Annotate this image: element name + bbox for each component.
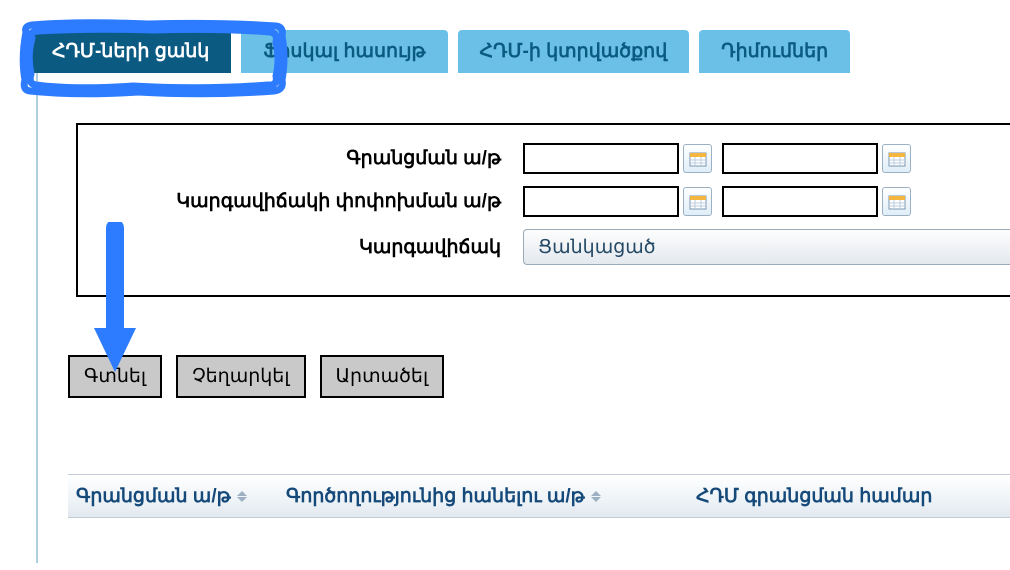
- column-registration-date[interactable]: Գրանցման ա/թ: [68, 485, 278, 508]
- status-select[interactable]: Ցանկացած: [523, 229, 1010, 265]
- calendar-icon[interactable]: [882, 187, 911, 216]
- column-hdm-number[interactable]: ՀԴՄ գրանցման համար: [688, 485, 1010, 508]
- tab-bar: ՀԴՄ-ների ցանկ Ֆիսկալ հասույթ ՀԴՄ-ի կտրվա…: [0, 0, 1010, 73]
- filter-box: Գրանցման ա/թ Կարգավիճակի փոփոխման ա/թ: [76, 123, 1010, 297]
- column-label: Գործողությունից հանելու ա/թ: [286, 485, 585, 508]
- registration-date-from[interactable]: [523, 143, 679, 174]
- status-change-date-from[interactable]: [523, 186, 679, 217]
- label-status-change-date: Կարգավիճակի փոփոխման ա/թ: [78, 190, 523, 213]
- action-buttons: Գտնել Չեղարկել Արտածել: [68, 355, 1010, 398]
- row-registration-date: Գրանցման ա/թ: [78, 143, 1010, 174]
- column-removal-date[interactable]: Գործողությունից հանելու ա/թ: [278, 485, 688, 508]
- tab-fiscal-revenue[interactable]: Ֆիսկալ հասույթ: [241, 30, 447, 73]
- calendar-icon[interactable]: [683, 144, 712, 173]
- cancel-button[interactable]: Չեղարկել: [176, 355, 305, 398]
- tab-hdm-slice[interactable]: ՀԴՄ-ի կտրվածքով: [458, 30, 690, 73]
- column-label: Գրանցման ա/թ: [76, 485, 231, 508]
- sort-icon: [237, 491, 247, 502]
- sort-icon: [591, 491, 601, 502]
- tab-hdm-list[interactable]: ՀԴՄ-ների ցանկ: [30, 30, 231, 73]
- row-status: Կարգավիճակ Ցանկացած: [78, 229, 1010, 265]
- find-button[interactable]: Գտնել: [68, 355, 162, 398]
- status-change-date-to[interactable]: [722, 186, 878, 217]
- column-label: ՀԴՄ գրանցման համար: [696, 485, 932, 508]
- calendar-icon[interactable]: [882, 144, 911, 173]
- registration-date-to[interactable]: [722, 143, 878, 174]
- content-panel: Գրանցման ա/թ Կարգավիճակի փոփոխման ա/թ: [36, 73, 1010, 563]
- calendar-icon[interactable]: [683, 187, 712, 216]
- label-status: Կարգավիճակ: [78, 236, 523, 259]
- results-table-header: Գրանցման ա/թ Գործողությունից հանելու ա/թ…: [68, 474, 1010, 518]
- tab-applications[interactable]: Դիմումներ: [699, 30, 850, 73]
- export-button[interactable]: Արտածել: [320, 355, 445, 398]
- row-status-change-date: Կարգավիճակի փոփոխման ա/թ: [78, 186, 1010, 217]
- label-registration-date: Գրանցման ա/թ: [78, 147, 523, 170]
